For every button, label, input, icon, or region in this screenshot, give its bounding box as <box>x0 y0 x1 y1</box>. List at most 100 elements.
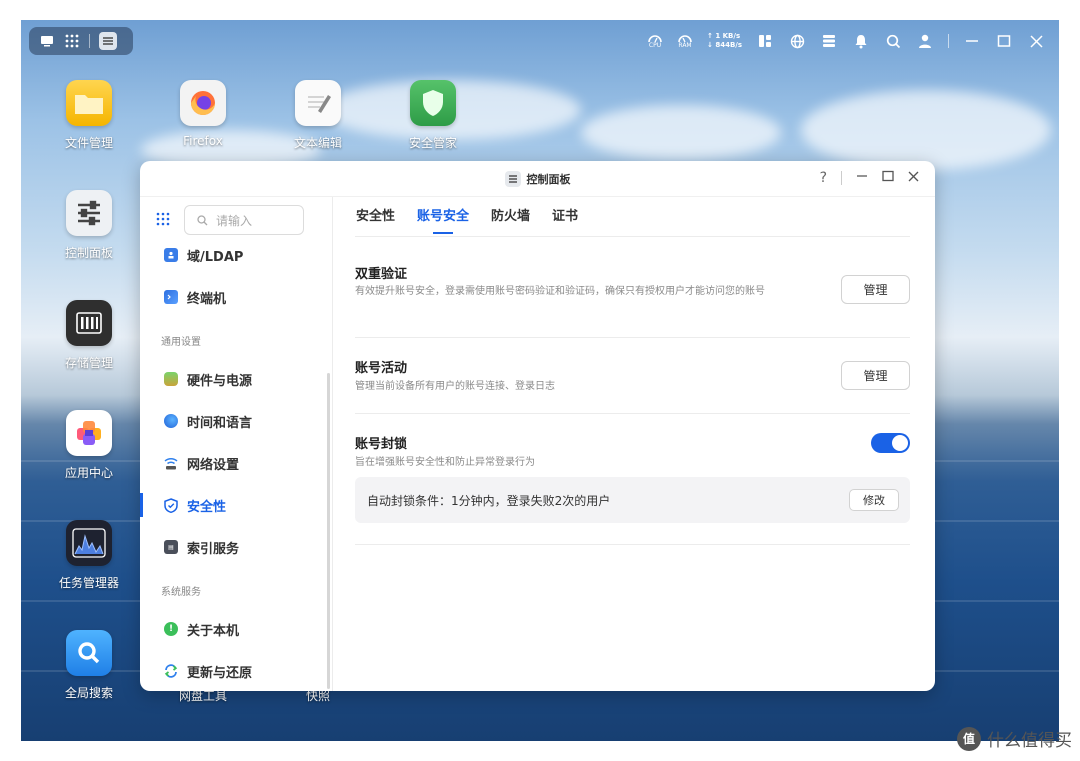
app-grid-icon[interactable] <box>64 33 80 49</box>
top-bar: CPU RAM ↑ 1 KB/s ↓ 844B/s <box>21 20 1059 62</box>
sidebar-group-system: 系统服务 <box>161 587 201 598</box>
two-factor-desc: 有效提升账号安全，登录需使用账号密码验证和验证码，确保只有授权用户才能访问您的账… <box>355 286 765 297</box>
maximize-icon[interactable] <box>995 32 1013 50</box>
tab-account-security[interactable]: 账号安全 <box>417 197 469 237</box>
account-activity-manage-button[interactable]: 管理 <box>841 361 910 390</box>
folder-icon <box>66 80 112 126</box>
sidebar-item-label: 网络设置 <box>187 457 240 473</box>
net-down-value: 844B/s <box>715 41 742 49</box>
help-button[interactable]: ? <box>820 170 827 186</box>
sidebar-search-input[interactable]: 请输入 <box>184 205 304 235</box>
desktop: CPU RAM ↑ 1 KB/s ↓ 844B/s 文件管理 Firefox 文… <box>21 20 1059 741</box>
task-list-icon[interactable] <box>820 32 838 50</box>
desktop-icon-security-manager[interactable]: 安全管家 <box>388 80 478 151</box>
sidebar-item-security[interactable]: 安全性 <box>140 487 330 523</box>
close-icon[interactable] <box>1027 32 1045 50</box>
tab-bar: 安全性 账号安全 防火墙 证书 <box>355 197 910 237</box>
window-maximize-icon[interactable] <box>882 170 894 186</box>
desktop-icon-label: 控制面板 <box>64 246 113 260</box>
control-panel-icon <box>504 170 521 187</box>
desktop-icon-app-center[interactable]: 应用中心 <box>44 410 134 481</box>
sidebar-scrollbar[interactable] <box>327 373 330 689</box>
tab-firewall[interactable]: 防火墙 <box>491 197 530 237</box>
window-minimize-icon[interactable] <box>856 170 868 186</box>
desktop-icon[interactable] <box>39 33 55 49</box>
desktop-icon-label: 安全管家 <box>408 136 457 150</box>
sidebar-item-update-restore[interactable]: 更新与还原 <box>140 653 330 689</box>
watermark-logo: 值 <box>957 726 981 751</box>
section-two-factor: 双重验证 有效提升账号安全，登录需使用账号密码验证和验证码，确保只有授权用户才能… <box>355 238 910 338</box>
tab-security[interactable]: 安全性 <box>356 197 395 237</box>
sidebar-item-hardware[interactable]: 硬件与电源 <box>140 361 330 397</box>
sidebar-item-about[interactable]: ! 关于本机 <box>140 611 330 647</box>
sliders-icon <box>66 190 112 236</box>
desktop-icon-firefox[interactable]: Firefox <box>158 80 248 148</box>
storage-icon <box>66 300 112 346</box>
network-speed[interactable]: ↑ 1 KB/s ↓ 844B/s <box>707 32 742 50</box>
desktop-icon-label: 全局搜索 <box>64 686 113 700</box>
terminal-icon <box>164 290 178 304</box>
lockout-rule-edit-button[interactable]: 修改 <box>849 489 899 511</box>
cloud <box>581 105 781 160</box>
desktop-icon-control-panel[interactable]: 控制面板 <box>44 190 134 261</box>
watermark-text: 什么值得买 <box>987 731 1072 751</box>
menu-grid-icon[interactable] <box>156 211 170 230</box>
ram-gauge[interactable]: RAM <box>677 33 693 49</box>
minimize-icon[interactable] <box>963 32 981 50</box>
search-icon[interactable] <box>884 32 902 50</box>
user-icon[interactable] <box>916 32 934 50</box>
bell-icon[interactable] <box>852 32 870 50</box>
sidebar-item-index-service[interactable]: ▤ 索引服务 <box>140 529 330 565</box>
globe-icon[interactable] <box>788 32 806 50</box>
sidebar-item-label: 更新与还原 <box>187 665 253 681</box>
cpu-gauge[interactable]: CPU <box>647 33 663 49</box>
sidebar-search-row: 请输入 <box>156 205 304 235</box>
window-close-icon[interactable] <box>908 170 919 186</box>
desktop-icon-label: 文件管理 <box>64 136 113 150</box>
app-center-icon <box>66 410 112 456</box>
wifi-icon <box>164 456 178 470</box>
cloud <box>801 90 1051 170</box>
sidebar-item-label: 域/LDAP <box>187 249 244 265</box>
account-activity-title: 账号活动 <box>355 361 408 376</box>
tab-certificate[interactable]: 证书 <box>552 197 578 237</box>
ram-label: RAM <box>678 42 692 49</box>
sidebar: 请输入 域/LDAP 终端机 通用设置 硬件与电源 时间和语言 网络设置 安全性… <box>140 197 333 691</box>
cpu-label: CPU <box>648 42 662 49</box>
sidebar-item-time-language[interactable]: 时间和语言 <box>140 403 330 439</box>
window-title: 控制面板 <box>526 172 571 186</box>
net-up-value: 1 KB/s <box>715 32 741 40</box>
desktop-icon-file-manager[interactable]: 文件管理 <box>44 80 134 151</box>
sidebar-item-terminal[interactable]: 终端机 <box>140 279 330 315</box>
ldap-icon <box>164 248 178 262</box>
sidebar-item-network[interactable]: 网络设置 <box>140 445 330 481</box>
desktop-icon-storage-manager[interactable]: 存储管理 <box>44 300 134 371</box>
desktop-icon-label: 任务管理器 <box>58 576 119 590</box>
control-panel-task-icon[interactable] <box>99 32 117 50</box>
window-title-bar[interactable]: 控制面板 <box>140 161 935 197</box>
refresh-icon <box>164 664 178 678</box>
activity-chart-icon <box>66 520 112 566</box>
launcher-pill <box>29 27 133 55</box>
desktop-icon-label: 存储管理 <box>64 356 113 370</box>
sidebar-group-general: 通用设置 <box>161 337 201 348</box>
shield-icon <box>164 497 178 513</box>
account-lockout-desc: 旨在增强账号安全性和防止异常登录行为 <box>355 457 535 468</box>
desktop-icon-task-manager[interactable]: 任务管理器 <box>44 520 134 591</box>
two-factor-manage-button[interactable]: 管理 <box>841 275 910 304</box>
desktop-icon-global-search[interactable]: 全局搜索 <box>44 630 134 701</box>
shield-icon <box>410 80 456 126</box>
tray-divider <box>948 34 949 48</box>
section-account-lockout: 账号封锁 旨在增强账号安全性和防止异常登录行为 自动封锁条件：1分钟内，登录失败… <box>355 414 910 545</box>
control-panel-window: 控制面板 ? 请输入 域/LDAP 终端机 通用设置 硬件与电源 时间和语言 网… <box>140 161 935 691</box>
clock-globe-icon <box>164 414 178 428</box>
widget-panel-icon[interactable] <box>756 32 774 50</box>
account-lockout-toggle[interactable] <box>871 433 910 453</box>
window-control-divider <box>841 171 842 185</box>
sidebar-item-label: 时间和语言 <box>187 415 253 431</box>
account-activity-desc: 管理当前设备所有用户的账号连接、登录日志 <box>355 381 555 392</box>
desktop-icon-text-editor[interactable]: 文本编辑 <box>273 80 363 151</box>
sidebar-item-ldap[interactable]: 域/LDAP <box>140 237 330 273</box>
firefox-icon <box>180 80 226 126</box>
net-up: ↑ 1 KB/s <box>707 32 741 40</box>
